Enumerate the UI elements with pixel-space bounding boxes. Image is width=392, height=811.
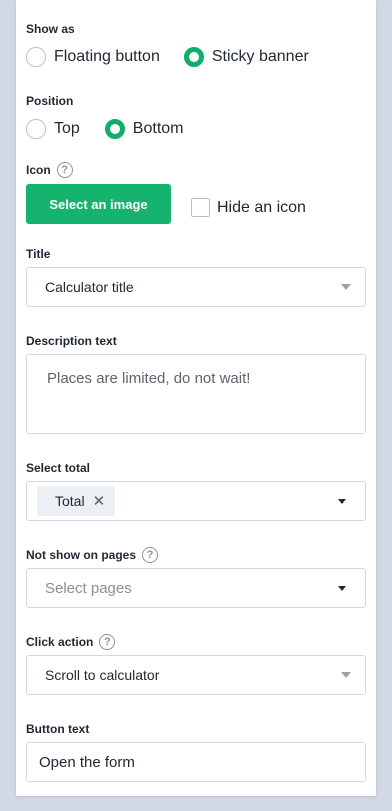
selected-tag: Total ✕: [37, 486, 116, 516]
radio-circle[interactable]: [26, 119, 46, 139]
not-show-label: Not show on pages ?: [26, 547, 159, 563]
radio-circle-selected[interactable]: [183, 47, 204, 67]
title-select[interactable]: Calculator title: [26, 267, 366, 307]
close-icon[interactable]: ✕: [93, 492, 106, 510]
select-pages-placeholder: Select pages: [45, 579, 132, 597]
click-action-value: Scroll to calculator: [45, 667, 160, 683]
title-label: Title: [26, 247, 51, 261]
chevron-down-icon: [338, 585, 346, 591]
radio-label: Sticky banner: [211, 48, 309, 65]
radio-bottom[interactable]: Bottom: [104, 119, 184, 139]
show-as-label: Show as: [26, 22, 75, 36]
select-total-label: Select total: [26, 461, 91, 475]
radio-sticky-banner[interactable]: Sticky banner: [183, 47, 309, 67]
chevron-down-icon: [341, 672, 351, 678]
icon-label: Icon ?: [26, 162, 73, 178]
radio-floating-button[interactable]: Floating button: [26, 47, 160, 67]
settings-panel: Show as Floating button Sticky banner Po…: [16, 0, 376, 796]
button-text-value[interactable]: Open the form: [27, 754, 365, 771]
radio-circle[interactable]: [26, 47, 46, 67]
hide-icon-checkbox[interactable]: [191, 198, 210, 217]
radio-label: Bottom: [132, 120, 184, 137]
chevron-down-icon: [341, 284, 351, 290]
radio-label: Floating button: [54, 48, 160, 65]
position-label: Position: [26, 94, 74, 108]
select-total-multiselect[interactable]: Total ✕: [26, 481, 366, 521]
description-label: Description text: [26, 334, 117, 348]
help-icon[interactable]: ?: [142, 547, 159, 563]
help-icon[interactable]: ?: [56, 162, 73, 178]
radio-circle-selected[interactable]: [104, 119, 125, 139]
button-text-input[interactable]: Open the form: [26, 742, 366, 782]
chevron-down-icon: [338, 498, 346, 504]
show-as-radio-group: Floating button Sticky banner: [26, 47, 309, 67]
select-image-button[interactable]: Select an image: [26, 184, 171, 224]
button-text-label: Button text: [26, 722, 90, 736]
position-radio-group: Top Bottom: [26, 119, 183, 139]
hide-icon-checkbox-row[interactable]: Hide an icon: [191, 198, 306, 217]
radio-label: Top: [54, 120, 80, 137]
click-action-label: Click action ?: [26, 634, 116, 650]
hide-icon-label: Hide an icon: [217, 198, 306, 216]
title-select-value: Calculator title: [45, 279, 134, 295]
click-action-select[interactable]: Scroll to calculator: [26, 655, 366, 695]
help-icon[interactable]: ?: [99, 634, 116, 650]
select-pages-dropdown[interactable]: Select pages: [26, 568, 366, 608]
radio-top[interactable]: Top: [26, 119, 80, 139]
tag-label: Total: [55, 493, 85, 509]
description-textarea[interactable]: Places are limited, do not wait!: [26, 354, 366, 434]
